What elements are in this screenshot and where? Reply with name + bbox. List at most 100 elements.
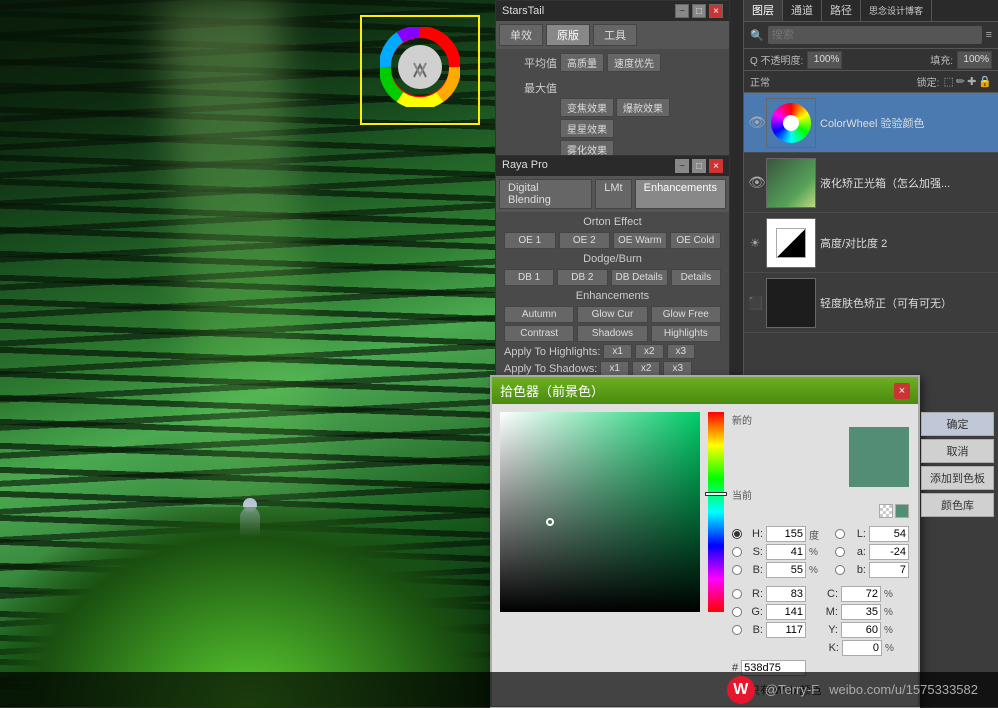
radio-B[interactable] <box>732 565 742 575</box>
layer-thumb-4 <box>766 278 816 328</box>
picker-titlebar[interactable]: 拾色器（前景色） × <box>492 377 918 404</box>
raya-maximize[interactable]: □ <box>692 159 706 173</box>
raya-tab-digital[interactable]: Digital Blending <box>499 179 592 209</box>
raya-contrast-btn[interactable]: Contrast <box>504 325 574 342</box>
stars-titlebar[interactable]: StarsTail − □ × <box>496 1 729 21</box>
radio-G[interactable] <box>732 607 742 617</box>
opacity-input[interactable] <box>807 51 842 69</box>
input-C[interactable] <box>841 586 881 602</box>
label-a: a: <box>848 546 866 558</box>
picker-ok-btn[interactable]: 确定 <box>921 412 994 436</box>
input-Y[interactable] <box>841 622 881 638</box>
stars-maximize[interactable]: □ <box>692 4 706 18</box>
radio-S[interactable] <box>732 547 742 557</box>
raya-details-btn[interactable]: Details <box>671 269 721 286</box>
raya-dodge-title: Dodge/Burn <box>500 251 725 267</box>
radio-b[interactable] <box>835 565 845 575</box>
input-G[interactable] <box>766 604 806 620</box>
picker-gradient[interactable] <box>500 412 700 612</box>
layer-name-1: ColorWheel 验验颜色 <box>820 115 994 131</box>
label-B: B: <box>745 564 763 576</box>
raya-sh-x1-btn[interactable]: x1 <box>600 361 629 376</box>
input-K[interactable] <box>842 640 882 656</box>
layer-eye-4[interactable]: ⬛ <box>748 296 762 310</box>
raya-sh-x2-btn[interactable]: x2 <box>632 361 661 376</box>
raya-sh-x3-btn[interactable]: x3 <box>663 361 692 376</box>
stars-tab-original[interactable]: 原版 <box>546 24 590 46</box>
layer-item-colorwheel[interactable]: 👁 ColorWheel 验验颜色 <box>744 93 998 153</box>
input-a[interactable] <box>869 544 909 560</box>
lock-brush-icon[interactable]: ✏ <box>956 75 965 88</box>
layer-info-3: 高度/对比度 2 <box>820 235 994 251</box>
radio-B2[interactable] <box>732 625 742 635</box>
raya-oe1-btn[interactable]: OE 1 <box>504 232 556 249</box>
stars-speed-btn[interactable]: 速度优先 <box>607 53 661 72</box>
stars-tab-tools[interactable]: 工具 <box>593 24 637 46</box>
label-H: H: <box>745 528 763 540</box>
lock-move-icon[interactable]: ✚ <box>967 75 976 88</box>
stars-explosion-btn[interactable]: 爆款效果 <box>616 98 670 117</box>
radio-L[interactable] <box>835 529 845 539</box>
layer-item-dark[interactable]: ⬛ 轻度肤色矫正（可有可无） <box>744 273 998 333</box>
raya-db1-btn[interactable]: DB 1 <box>504 269 554 286</box>
input-S[interactable] <box>766 544 806 560</box>
layer-eye-3[interactable]: ☀ <box>748 236 762 250</box>
raya-hl-x2-btn[interactable]: x2 <box>635 344 664 359</box>
input-B2[interactable] <box>766 622 806 638</box>
picker-close-btn[interactable]: × <box>894 383 910 399</box>
stars-star-btn[interactable]: 星星效果 <box>560 119 614 138</box>
lock-all-icon[interactable]: 🔒 <box>978 75 992 88</box>
radio-a[interactable] <box>835 547 845 557</box>
raya-glow-free-btn[interactable]: Glow Free <box>651 306 721 323</box>
raya-autumn-btn[interactable]: Autumn <box>504 306 574 323</box>
raya-oe2-btn[interactable]: OE 2 <box>559 232 611 249</box>
layer-eye-1[interactable]: 👁 <box>748 114 762 131</box>
current-label: 当前 <box>732 487 752 502</box>
raya-db-details-btn[interactable]: DB Details <box>611 269 668 286</box>
tab-paths[interactable]: 路径 <box>822 0 861 21</box>
stars-close[interactable]: × <box>709 4 723 18</box>
raya-minimize[interactable]: − <box>675 159 689 173</box>
lock-transparent-icon[interactable]: ⬚ <box>943 75 953 88</box>
raya-shadows-btn[interactable]: Shadows <box>577 325 647 342</box>
stars-minimize[interactable]: − <box>675 4 689 18</box>
radio-H[interactable] <box>732 529 742 539</box>
raya-titlebar[interactable]: Raya Pro − □ × <box>496 156 729 176</box>
tab-blog[interactable]: 思念设计博客 <box>861 0 932 21</box>
raya-tabs: Digital Blending LMt Enhancements <box>496 176 729 212</box>
input-b[interactable] <box>869 562 909 578</box>
radio-R[interactable] <box>732 589 742 599</box>
layer-eye-2[interactable]: 👁 <box>748 174 762 191</box>
search-input[interactable] <box>768 26 982 44</box>
stars-high-quality-btn[interactable]: 高质量 <box>560 53 604 72</box>
input-H[interactable] <box>766 526 806 542</box>
tab-layers[interactable]: 图层 <box>744 0 783 21</box>
input-L[interactable] <box>869 526 909 542</box>
raya-highlights-btn[interactable]: Highlights <box>651 325 721 342</box>
raya-db2-btn[interactable]: DB 2 <box>557 269 607 286</box>
layer-item-adjustment[interactable]: ☀ 高度/对比度 2 <box>744 213 998 273</box>
input-M[interactable] <box>841 604 881 620</box>
stars-zoom-btn[interactable]: 变焦效果 <box>560 98 614 117</box>
fill-input[interactable] <box>957 51 992 69</box>
raya-hl-x1-btn[interactable]: x1 <box>603 344 632 359</box>
raya-oe-warm-btn[interactable]: OE Warm <box>613 232 667 249</box>
layer-item-forest[interactable]: 👁 液化矫正光箱（怎么加强... <box>744 153 998 213</box>
input-B[interactable] <box>766 562 806 578</box>
raya-oe-cold-btn[interactable]: OE Cold <box>670 232 722 249</box>
picker-cancel-btn[interactable]: 取消 <box>921 439 994 463</box>
stars-tab-single[interactable]: 单效 <box>499 24 543 46</box>
picker-add-swatch-btn[interactable]: 添加到色板 <box>921 466 994 490</box>
raya-hl-x3-btn[interactable]: x3 <box>667 344 696 359</box>
input-R[interactable] <box>766 586 806 602</box>
raya-close[interactable]: × <box>709 159 723 173</box>
label-B2: B: <box>745 624 763 636</box>
weibo-bar: W @Terry-F weibo.com/u/1575333582 <box>0 672 998 707</box>
raya-tab-lmt[interactable]: LMt <box>595 179 631 209</box>
picker-hue-bar[interactable] <box>708 412 724 612</box>
raya-tab-enhancements[interactable]: Enhancements <box>635 179 726 209</box>
color-picker-dialog: 拾色器（前景色） × 新的 当前 <box>490 375 920 708</box>
picker-color-libraries-btn[interactable]: 颜色库 <box>921 493 994 517</box>
tab-channels[interactable]: 通道 <box>783 0 822 21</box>
raya-glow-cur-btn[interactable]: Glow Cur <box>577 306 647 323</box>
